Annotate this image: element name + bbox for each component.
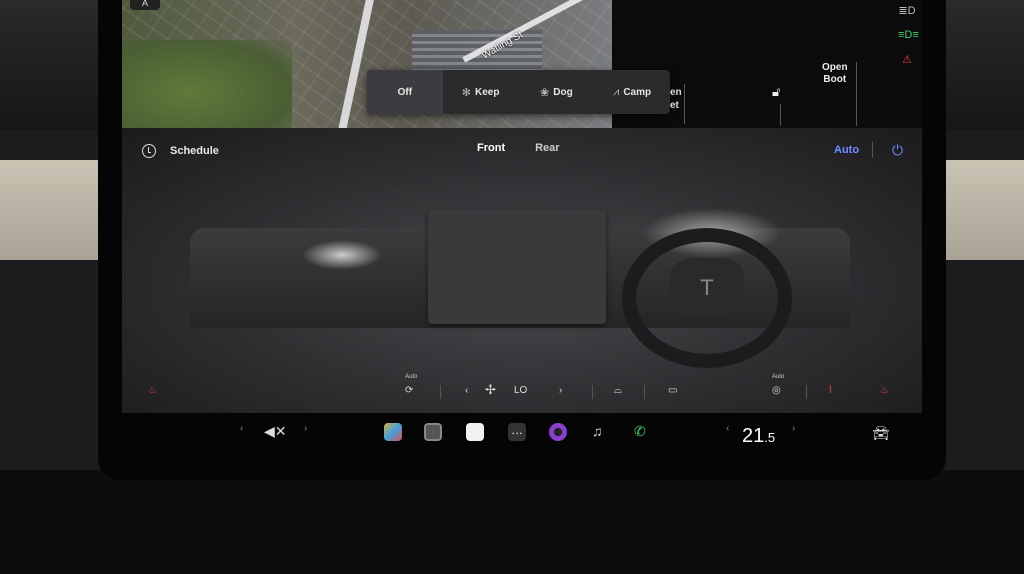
left-seat-heater-icon[interactable]: ♨ [148,385,157,396]
music-icon[interactable]: ♫ [592,423,603,439]
parking-light-icon: ≡D≡ [898,29,919,41]
fan-level: LO [514,385,528,396]
camera-app-icon[interactable] [424,423,442,441]
tab-rear[interactable]: Rear [535,142,559,154]
mode-camp-button[interactable]: ⩘ Camp [594,70,670,114]
media-app-icon[interactable] [549,423,567,441]
open-boot-button[interactable]: Open Boot [822,62,848,86]
open-bonnet-line1: en [670,87,682,98]
open-bonnet-line2: et [670,100,679,111]
climate-panel: o Schedule Front Rear Auto ⏻ T ♨ Auto⟳ ‹… [122,128,922,413]
unlock-icon[interactable]: 🔓︎ [772,84,780,100]
mode-dog-label: Dog [553,86,573,98]
mode-off-label: Off [397,86,413,98]
open-boot-line2: Boot [823,74,847,85]
auto-headlight-icon: ≣D [898,5,916,17]
schedule-button[interactable]: o Schedule [142,144,219,158]
tesla-logo-icon: T [670,258,744,318]
mode-keep-button[interactable]: ✻ Keep [443,70,519,114]
mute-icon[interactable]: ◀✕ [264,423,287,440]
taskbar: ‹ ◀✕ › … ♫ ✆ ‹ 21.5 › 🚘︎ [122,413,922,466]
tent-icon: ⩘ [613,85,620,98]
divider [592,385,593,399]
left-vent-airflow[interactable] [302,240,382,270]
phone-icon[interactable]: ✆ [634,423,646,440]
mode-off-button[interactable]: Off [367,70,443,114]
mode-dog-button[interactable]: ❀ Dog [519,70,595,114]
open-bonnet-label[interactable]: en et [670,86,682,112]
divider [644,385,645,399]
compass-button[interactable]: A [130,0,160,10]
clock-icon: o [142,144,156,158]
recirculation-auto-label: Auto [405,374,418,380]
mode-camp-label: Camp [623,86,652,98]
divider [856,62,857,126]
climate-zone-tabs: Front Rear [477,142,560,154]
fan-increase-button[interactable]: › [559,385,562,396]
divider [684,84,685,124]
wiper-defrost-icon[interactable]: ⌇ [828,385,833,396]
temperature-decimal: .5 [764,430,776,445]
seatbelt-warning-icon: ⚠ [902,54,912,66]
temperature-display: 21.5 [742,425,775,448]
climate-mode-selector: Off ✻ Keep ❀ Dog ⩘ Camp [367,70,670,114]
volume-down-icon[interactable]: ‹ [240,423,243,434]
status-indicators: ≣D ≡D≡ ⚠ [898,4,919,66]
temperature-value: 21 [742,425,765,447]
recirculation-button[interactable]: Auto ⟳ [405,374,417,396]
schedule-label: Schedule [170,145,219,157]
paw-icon: ❀ [540,86,550,99]
open-boot-line1: Open [822,62,848,73]
divider [780,104,781,126]
temperature-decrease-button[interactable]: ‹ [726,423,729,434]
mode-keep-label: Keep [475,86,500,98]
divider [440,385,441,399]
fan-icon: ✻ [461,86,471,99]
front-defrost-icon[interactable]: ⌓ [614,385,622,396]
calendar-app-icon[interactable] [466,423,484,441]
divider [872,142,873,158]
steering-wheel-heater-button[interactable]: Auto ◎ [772,374,784,396]
volume-up-icon[interactable]: › [304,423,307,434]
car-icon[interactable]: 🚘︎ [872,425,890,442]
map-park-area [122,40,292,128]
temperature-increase-button[interactable]: › [792,423,795,434]
dash-trim-right [940,160,1024,260]
cabin-background-bottom [0,470,1024,574]
climate-power-icon[interactable]: ⏻ [892,142,903,159]
climate-auto-button[interactable]: Auto [834,144,859,156]
center-display-graphic [428,210,606,324]
climate-controls: ♨ Auto ⟳ ‹ ✢ LO › ⌓ ▭ Auto ◎ ⌇ ♨ [122,374,922,405]
fan-icon: ✢ [485,382,496,397]
rear-defrost-icon[interactable]: ▭ [668,385,677,396]
fan-decrease-button[interactable]: ‹ [465,385,468,396]
divider [806,385,807,399]
more-apps-icon[interactable]: … [508,423,526,441]
touchscreen: Watling St A Off ✻ Keep ❀ Dog ⩘ Camp en et … [122,0,922,466]
toybox-app-icon[interactable] [384,423,402,441]
tab-front[interactable]: Front [477,142,505,154]
steering-wheel-heater-auto-label: Auto [772,374,785,380]
right-seat-heater-icon[interactable]: ♨ [880,385,889,396]
